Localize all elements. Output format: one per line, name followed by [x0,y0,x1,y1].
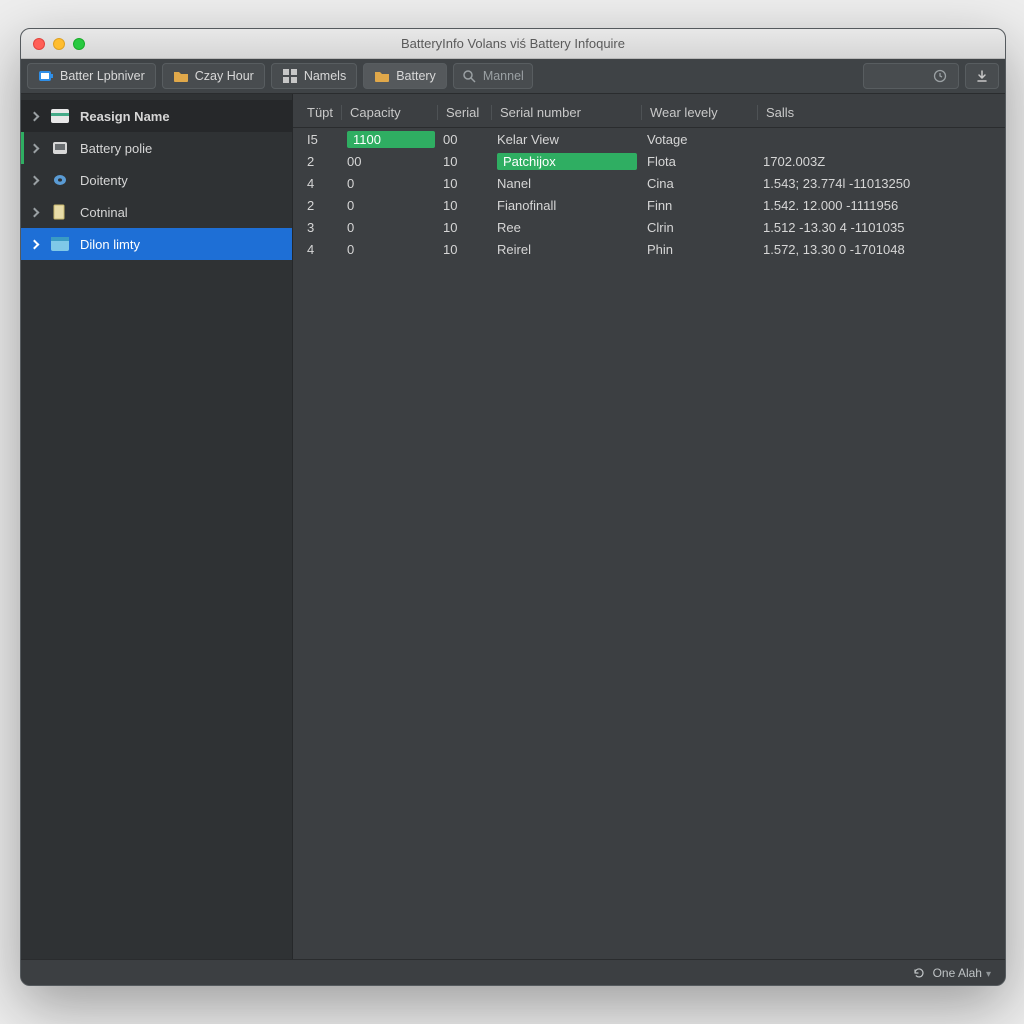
disk-icon [50,172,70,188]
toolbar-button-label: Czay Hour [195,69,254,83]
cell-wear: Finn [641,198,757,213]
status-text[interactable]: One Alah [933,966,991,980]
toolbar-button-label: Namels [304,69,346,83]
cell-serial-number: Ree [491,220,641,235]
table-row[interactable]: 4 0 10 Reirel Phin 1.572, 13.30 0 -17010… [293,238,1005,260]
cell-serial: 10 [437,154,491,169]
card-icon [50,108,70,124]
cell-tupt: I5 [293,132,341,147]
main-panel: Tüpt Capacity Serial Serial number Wear … [293,94,1005,959]
table-row[interactable]: 2 0 10 Fianofinall Finn 1.542. 12.000 -1… [293,194,1005,216]
cell-serial: 10 [437,198,491,213]
cell-serial: 10 [437,176,491,191]
sidebar-item-label: Battery polie [80,141,152,156]
cell-salls: 1.542. 12.000 -1111956 [757,198,1005,213]
cell-serial: 00 [437,132,491,147]
chevron-right-icon [30,143,40,153]
toolbar-button-czay[interactable]: Czay Hour [162,63,265,89]
column-header-capacity[interactable]: Capacity [341,105,437,120]
clock-icon [932,68,948,84]
sidebar-item-battery-polie[interactable]: Battery polie [21,132,292,164]
table-header: Tüpt Capacity Serial Serial number Wear … [293,94,1005,128]
table-row[interactable]: 3 0 10 Ree Clrin 1.512 -13.30 4 -1101035 [293,216,1005,238]
sidebar-item-dilon-limty[interactable]: Dilon limty [21,228,292,260]
cell-serial-number: Fianofinall [491,198,641,213]
refresh-icon[interactable] [913,967,925,979]
table-row[interactable]: 2 00 10 Patchijox Flota 1702.003Z [293,150,1005,172]
toolbar: Batter Lpbniver Czay Hour Namels Battery… [21,59,1005,94]
chevron-right-icon [30,207,40,217]
cell-tupt: 4 [293,176,341,191]
chevron-right-icon [30,175,40,185]
cell-wear: Votage [641,132,757,147]
search-icon [462,68,477,84]
window-title: BatteryInfo Volans viś Battery Infoquire [21,36,1005,51]
folder-icon [173,68,189,84]
titlebar: BatteryInfo Volans viś Battery Infoquire [21,29,1005,59]
cell-salls: 1.512 -13.30 4 -1101035 [757,220,1005,235]
sidebar-header-label: Reasign Name [80,109,170,124]
body: Reasign Name Battery polie Doitenty [21,94,1005,959]
app-window: BatteryInfo Volans viś Battery Infoquire… [20,28,1006,986]
statusbar: One Alah [21,959,1005,985]
sidebar-item-cotninal[interactable]: Cotninal [21,196,292,228]
page-icon [50,204,70,220]
cell-wear: Phin [641,242,757,257]
cell-salls: 1.543; 23.774l -11013250 [757,176,1005,191]
sidebar-item-label: Cotninal [80,205,128,220]
search-placeholder: Mannel [483,69,524,83]
cell-capacity: 0 [341,176,437,191]
sidebar-header[interactable]: Reasign Name [21,100,292,132]
table-row[interactable]: 4 0 10 Nanel Cina 1.543; 23.774l -110132… [293,172,1005,194]
toolbar-button-battery[interactable]: Battery [363,63,447,89]
cell-serial-number: Nanel [491,176,641,191]
cell-wear: Flota [641,154,757,169]
cell-capacity: 1100 [341,131,437,148]
device-icon [50,140,70,156]
folder-icon [374,68,390,84]
window-icon [50,236,70,252]
column-header-wear-levely[interactable]: Wear levely [641,105,757,120]
column-header-serial-number[interactable]: Serial number [491,105,641,120]
cell-serial: 10 [437,220,491,235]
cell-tupt: 4 [293,242,341,257]
sidebar: Reasign Name Battery polie Doitenty [21,94,293,959]
download-icon [974,68,990,84]
column-header-serial[interactable]: Serial [437,105,491,120]
grid-icon [282,68,298,84]
cell-capacity: 0 [341,242,437,257]
chevron-right-icon [30,111,40,121]
sidebar-item-label: Doitenty [80,173,128,188]
cell-tupt: 3 [293,220,341,235]
sidebar-item-doitenty[interactable]: Doitenty [21,164,292,196]
cell-tupt: 2 [293,154,341,169]
cell-tupt: 2 [293,198,341,213]
cell-serial-number: Kelar View [491,132,641,147]
cell-wear: Cina [641,176,757,191]
toolbar-extra-box[interactable] [863,63,959,89]
search-field[interactable]: Mannel [453,63,533,89]
cell-serial-number: Patchijox [491,153,641,170]
column-header-tupt[interactable]: Tüpt [293,105,341,120]
cell-serial-number: Reirel [491,242,641,257]
cell-capacity: 0 [341,220,437,235]
cell-salls: 1702.003Z [757,154,1005,169]
toolbar-button-label: Battery [396,69,436,83]
cell-salls: 1.572, 13.30 0 -1701048 [757,242,1005,257]
cell-wear: Clrin [641,220,757,235]
toolbar-button-namels[interactable]: Namels [271,63,357,89]
sidebar-item-label: Dilon limty [80,237,140,252]
cell-capacity: 00 [341,154,437,169]
table-row[interactable]: I5 1100 00 Kelar View Votage [293,128,1005,150]
cell-serial: 10 [437,242,491,257]
column-header-salls[interactable]: Salls [757,105,1005,120]
toolbar-button-batter[interactable]: Batter Lpbniver [27,63,156,89]
toolbar-download-button[interactable] [965,63,999,89]
cell-capacity: 0 [341,198,437,213]
chevron-right-icon [30,239,40,249]
toolbar-button-label: Batter Lpbniver [60,69,145,83]
battery-icon [38,68,54,84]
